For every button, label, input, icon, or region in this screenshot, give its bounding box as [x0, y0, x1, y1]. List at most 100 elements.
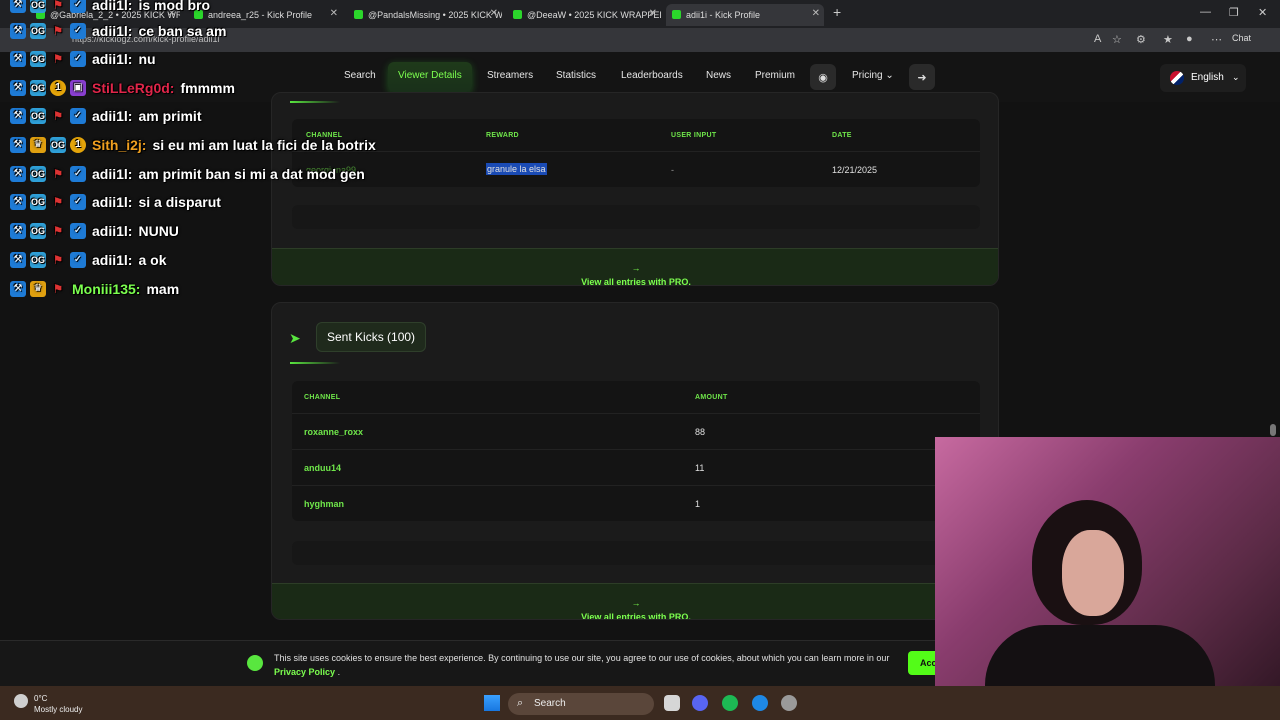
- table-row: georgiana99 granule la elsa - 12/21/2025: [292, 151, 980, 187]
- chat-message: ⚒ OG ⚑ ✓ adii1l: ce ban sa am: [10, 20, 226, 42]
- chat-username: adii1l:: [92, 51, 133, 67]
- crown-badge-icon: ♛: [30, 281, 46, 297]
- nav-leaderboards[interactable]: Leaderboards: [621, 70, 683, 81]
- pin-badge-icon: ⚒: [10, 252, 26, 268]
- taskbar-search[interactable]: ⌕ Search: [508, 693, 654, 715]
- obs-icon[interactable]: [781, 695, 797, 711]
- section-underline: [290, 101, 340, 103]
- browser-tab[interactable]: @DeeaW • 2025 KICK WRAPPED | ✕: [507, 4, 661, 26]
- view-all-link[interactable]: View all entries with PRO. →: [272, 598, 998, 619]
- table-row: hyghman 1: [292, 485, 980, 521]
- spotify-icon[interactable]: [722, 695, 738, 711]
- chat-username: Moniii135:: [72, 281, 141, 297]
- chat-text: am primit ban si mi a dat mod gen: [138, 166, 365, 182]
- nav-premium[interactable]: Premium: [755, 70, 795, 81]
- nav-search[interactable]: Search: [344, 70, 376, 81]
- verified-badge-icon: ✓: [70, 223, 86, 239]
- screen: @Gabriela_2_2 • 2025 KICK WRAP ✕ andreea_…: [0, 0, 1280, 720]
- channel-link[interactable]: anduu14: [304, 463, 341, 473]
- nav-streamers[interactable]: Streamers: [487, 70, 533, 81]
- profile-avatar-icon[interactable]: ●: [1186, 33, 1193, 45]
- chevron-down-icon: ⌄: [885, 70, 894, 81]
- privacy-policy-link[interactable]: Privacy Policy: [274, 667, 335, 677]
- kick-favicon-icon: [672, 10, 681, 19]
- hat-badge-icon: ⚑: [52, 52, 64, 66]
- cookie-text: This site uses cookies to ensure the bes…: [274, 651, 900, 679]
- close-window-icon[interactable]: ✕: [1258, 6, 1267, 19]
- cookie-end: .: [337, 667, 341, 677]
- discord-icon[interactable]: ◉: [810, 64, 836, 90]
- channel-link[interactable]: roxanne_roxx: [304, 427, 363, 437]
- chat-text: NUNU: [138, 223, 179, 239]
- login-icon[interactable]: ➜: [909, 64, 935, 90]
- language-select[interactable]: English ⌄: [1160, 64, 1246, 92]
- browser-tab-active[interactable]: adii1i - Kick Profile ✕: [666, 4, 824, 26]
- verified-badge-icon: ✓: [70, 108, 86, 124]
- favorite-star-icon[interactable]: ☆: [1112, 33, 1122, 46]
- og-badge-icon: OG: [30, 108, 46, 124]
- edge-browser-icon[interactable]: [752, 695, 768, 711]
- new-tab-icon[interactable]: +: [833, 4, 841, 20]
- chat-message: ⚒ OG 1 ▣ StiLLeRg0d: fmmmm: [10, 77, 235, 99]
- file-explorer-icon[interactable]: [664, 695, 680, 711]
- nav-label: Viewer Details: [398, 70, 462, 81]
- view-all-link[interactable]: View all entries with PRO. →: [272, 263, 998, 285]
- close-icon[interactable]: ✕: [812, 8, 820, 19]
- weather-icon: [14, 694, 28, 708]
- chat-text: a ok: [138, 252, 167, 268]
- maximize-icon[interactable]: ❐: [1229, 6, 1239, 19]
- og-badge-icon: OG: [30, 252, 46, 268]
- cookie-icon: [247, 655, 263, 671]
- chat-username: adii1l:: [92, 0, 133, 13]
- col-header-user-input: USER INPUT: [671, 132, 717, 139]
- nav-viewer-details[interactable]: Viewer Details: [388, 62, 472, 92]
- minimize-icon[interactable]: —: [1200, 6, 1211, 18]
- og-badge-icon: OG: [50, 137, 66, 153]
- chat-text: fmmmm: [180, 80, 235, 96]
- extensions-icon[interactable]: ⚙: [1136, 33, 1146, 46]
- chat-message: ⚒ ♛ OG 1 Sith_i2j: si eu mi am luat la fici d…: [10, 134, 376, 156]
- close-icon[interactable]: ✕: [649, 8, 657, 19]
- chat-username: StiLLeRg0d:: [92, 80, 175, 96]
- view-all-footer[interactable]: View all entries with PRO. →: [272, 583, 998, 619]
- sub-badge-icon: 1: [70, 137, 86, 153]
- amount-cell: 11: [695, 463, 705, 473]
- more-menu-icon[interactable]: ⋯: [1211, 33, 1222, 46]
- discord-app-icon[interactable]: [692, 695, 708, 711]
- channel-link[interactable]: hyghman: [304, 499, 344, 509]
- og-badge-icon: OG: [30, 166, 46, 182]
- pin-badge-icon: ⚒: [10, 194, 26, 210]
- read-aloud-icon[interactable]: A: [1094, 33, 1101, 45]
- scrollbar-thumb[interactable]: [1270, 424, 1276, 436]
- verified-badge-icon: ✓: [70, 0, 86, 13]
- chat-message: ⚒ OG ⚑ ✓ adii1l: a ok: [10, 249, 166, 271]
- nav-news[interactable]: News: [706, 70, 731, 81]
- reward-cell: granule la elsa: [486, 163, 547, 175]
- chat-username: adii1l:: [92, 194, 133, 210]
- chat-text: am primit: [138, 108, 202, 124]
- hat-badge-icon: ⚑: [52, 0, 64, 12]
- chat-text: si a disparut: [138, 194, 221, 210]
- nav-statistics[interactable]: Statistics: [556, 70, 596, 81]
- windows-start-icon[interactable]: [484, 695, 500, 711]
- date-cell: 12/21/2025: [832, 165, 878, 175]
- tab-label: andreea_r25 - Kick Profile: [208, 10, 313, 20]
- tab-label: adii1i - Kick Profile: [686, 10, 761, 20]
- chat-text: nu: [138, 51, 156, 67]
- kick-favicon-icon: [513, 10, 522, 19]
- taskbar-search-label: Search: [534, 698, 566, 709]
- nav-pricing[interactable]: Pricing ⌄: [852, 70, 894, 81]
- close-icon[interactable]: ✕: [330, 8, 338, 19]
- browser-tab[interactable]: @PandalsMissing • 2025 KICK WR ✕: [348, 4, 502, 26]
- view-all-footer[interactable]: View all entries with PRO. →: [272, 248, 998, 285]
- windows-taskbar: 0°C Mostly cloudy ⌕ Search: [0, 686, 1280, 720]
- pin-badge-icon: ⚒: [10, 137, 26, 153]
- og-badge-icon: OG: [30, 0, 46, 13]
- paper-plane-icon: ➤: [289, 330, 301, 346]
- copilot-chat-button[interactable]: Chat: [1232, 33, 1251, 43]
- chat-username: Sith_i2j:: [92, 137, 147, 153]
- kick-favicon-icon: [354, 10, 363, 19]
- close-icon[interactable]: ✕: [490, 8, 498, 19]
- favorites-icon[interactable]: ★: [1163, 33, 1173, 46]
- chat-message: ⚒ ♛ ⚑ Moniii135: mam: [10, 278, 179, 300]
